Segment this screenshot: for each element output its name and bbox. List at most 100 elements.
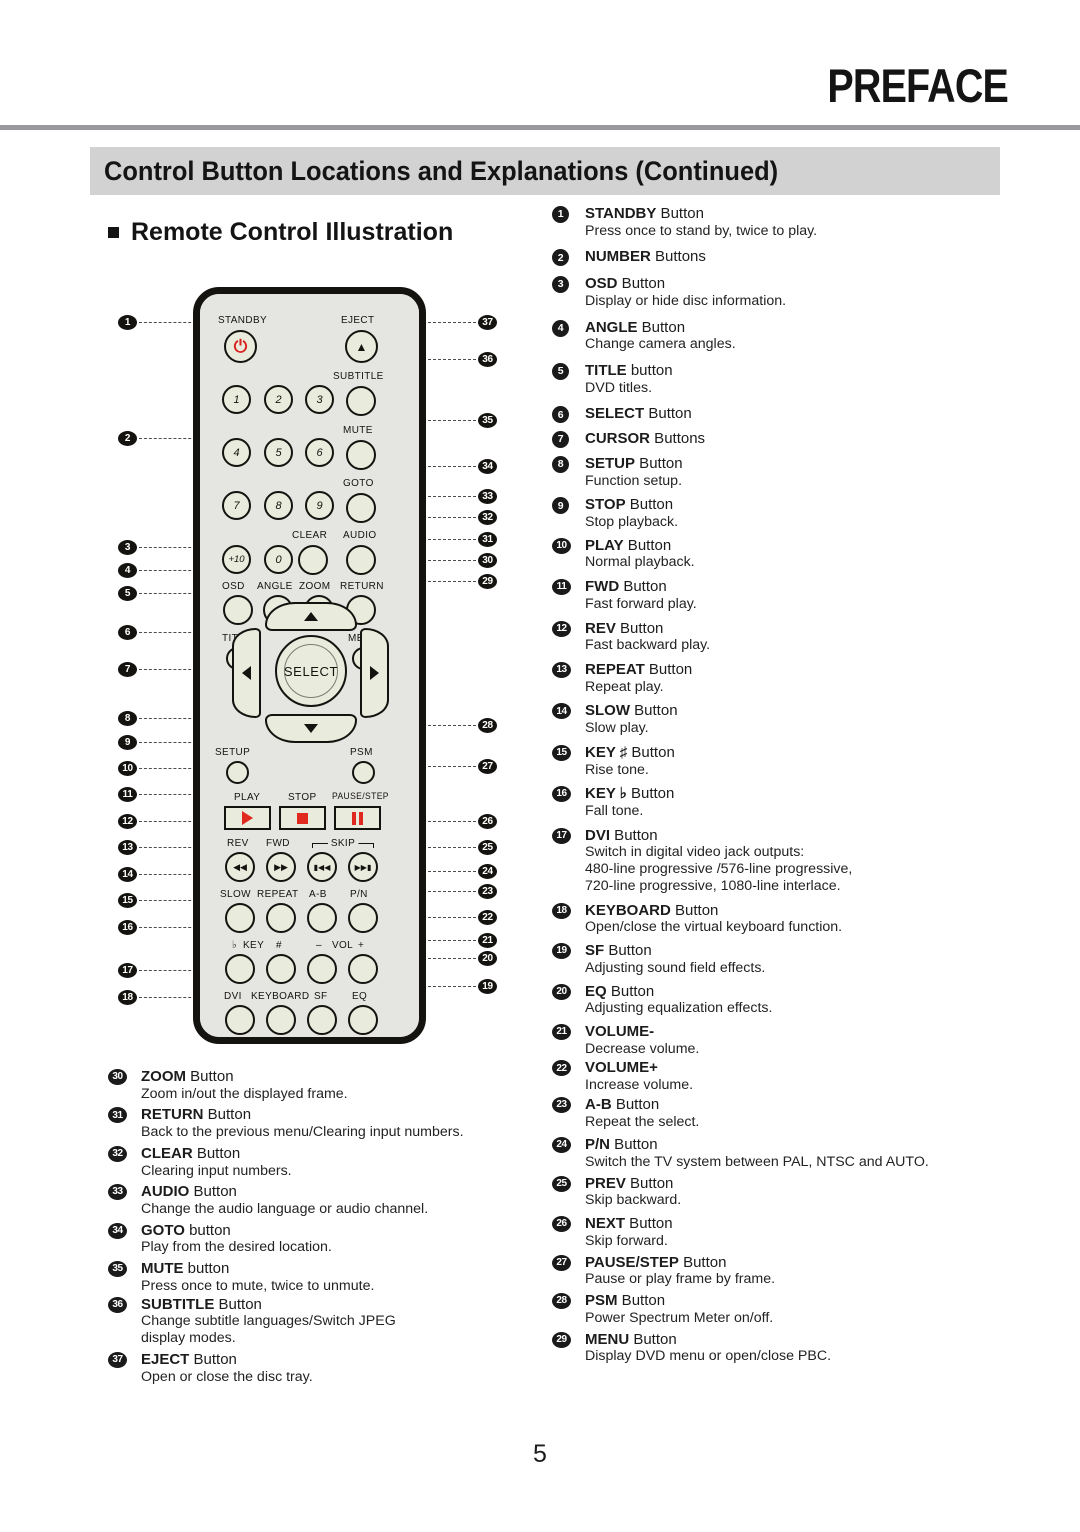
manual-page: PREFACE Control Button Locations and Exp… [0, 0, 1080, 1532]
leader-line [139, 742, 201, 743]
leader-line [418, 940, 476, 941]
item-description: Clearing input numbers. [141, 1162, 292, 1179]
item-number-badge: 24 [552, 1137, 571, 1154]
item-title: FWD Button [585, 578, 667, 596]
item-title: PLAY Button [585, 536, 672, 554]
item-description: Change the audio language or audio chann… [141, 1201, 429, 1217]
item-number-badge: 32 [108, 1145, 127, 1162]
remote-label-rev: REV [227, 837, 249, 849]
remote-volume-up-button[interactable] [348, 954, 378, 984]
item-number-badge: 17 [552, 827, 571, 844]
remote-number-plus10[interactable]: +10 [222, 545, 251, 574]
item-title: SETUP Button [585, 454, 683, 472]
remote-number-5[interactable]: 5 [264, 438, 293, 467]
remote-number-0[interactable]: 0 [264, 545, 293, 574]
remote-stop-button[interactable] [279, 806, 326, 830]
remote-sf-button[interactable] [307, 1005, 337, 1035]
leader-line [139, 547, 201, 548]
remote-number-1[interactable]: 1 [222, 385, 251, 414]
remote-select-label: SELECT [283, 663, 339, 679]
section-title-bar: Control Button Locations and Explanation… [90, 147, 1000, 195]
leader-line [418, 958, 476, 959]
item-description: Zoom in/out the displayed frame. [141, 1085, 348, 1102]
remote-volume-down-button[interactable] [307, 954, 337, 984]
remote-select-button[interactable]: SELECT [275, 635, 347, 707]
item-description: Power Spectrum Meter on/off. [585, 1309, 774, 1326]
remote-psm-button[interactable] [352, 761, 375, 784]
remote-subtitle-button[interactable] [346, 386, 376, 416]
leader-line [139, 669, 201, 670]
remote-ab-button[interactable] [307, 903, 337, 933]
leader-line [418, 420, 476, 421]
remote-number-8[interactable]: 8 [264, 491, 293, 520]
item-title: MUTE button [141, 1260, 230, 1278]
remote-number-3[interactable]: 3 [305, 385, 334, 414]
callout-36: 36 [478, 352, 497, 367]
item-number-badge: 12 [552, 620, 571, 637]
item-number-badge: 1 [552, 206, 569, 223]
page-title: PREFACE [827, 59, 1008, 112]
item-title: ZOOM Button [141, 1068, 234, 1085]
item-number-badge: 7 [552, 431, 569, 449]
item-description: 480-line progressive /576-line progressi… [585, 861, 853, 878]
item-title: PREV Button [585, 1174, 674, 1192]
item-title: SUBTITLE Button [141, 1295, 262, 1313]
remote-number-9[interactable]: 9 [305, 491, 334, 520]
remote-cursor-left-button[interactable] [232, 628, 261, 718]
callout-28: 28 [478, 718, 497, 733]
leader-line [139, 874, 201, 875]
remote-next-button[interactable]: ▶▶▮ [348, 852, 378, 882]
item-number-badge: 23 [552, 1096, 571, 1113]
item-number-badge: 21 [552, 1024, 571, 1040]
remote-prev-button[interactable]: ▮◀◀ [307, 852, 337, 882]
remote-goto-button[interactable] [346, 493, 376, 523]
remote-cursor-up-button[interactable] [265, 602, 357, 631]
remote-dvi-button[interactable] [225, 1005, 255, 1035]
remote-slow-button[interactable] [225, 903, 255, 933]
remote-mute-button[interactable] [346, 440, 376, 470]
remote-label-angle: ANGLE [257, 580, 293, 592]
remote-repeat-button[interactable] [266, 903, 296, 933]
leader-line [139, 970, 201, 971]
remote-standby-button[interactable]: ⏻ [224, 330, 257, 363]
remote-key-flat-button[interactable] [225, 954, 255, 984]
remote-label-subtitle: SUBTITLE [333, 370, 384, 382]
leader-line [418, 496, 476, 497]
remote-keyboard-button[interactable] [266, 1005, 296, 1035]
callout-37: 37 [478, 315, 497, 330]
callout-31: 31 [478, 532, 497, 547]
leader-line [139, 322, 201, 323]
remote-play-button[interactable] [224, 806, 271, 830]
remote-fwd-button[interactable]: ▶▶ [266, 852, 296, 882]
remote-eject-button[interactable]: ▲ [345, 330, 378, 363]
item-title: TITLE button [585, 362, 673, 379]
remote-cursor-down-button[interactable] [265, 714, 357, 743]
remote-cursor-right-button[interactable] [360, 628, 389, 718]
item-title: REV Button [585, 619, 664, 637]
button-explanation-item: 11 FWD Button Fast forward play. [552, 578, 1014, 612]
item-number-badge: 13 [552, 662, 571, 678]
remote-pn-button[interactable] [348, 903, 378, 933]
button-explanation-item: 8 SETUP Button Function setup. [552, 455, 1014, 489]
remote-pause-step-button[interactable] [334, 806, 381, 830]
item-title: PSM Button [585, 1292, 666, 1310]
item-title: GOTO button [141, 1221, 231, 1239]
leader-line [418, 359, 476, 360]
remote-eq-button[interactable] [348, 1005, 378, 1035]
remote-audio-button[interactable] [346, 545, 376, 575]
remote-key-sharp-button[interactable] [266, 954, 296, 984]
item-number-badge: 18 [552, 902, 571, 919]
callout-19: 19 [478, 979, 497, 994]
item-number-badge: 29 [552, 1331, 571, 1348]
remote-number-7[interactable]: 7 [222, 491, 251, 520]
sub-heading: Remote Control Illustration [108, 218, 453, 247]
remote-label-dvi: DVI [224, 990, 242, 1002]
callout-4: 4 [118, 563, 137, 578]
remote-number-4[interactable]: 4 [222, 438, 251, 467]
remote-rev-button[interactable]: ◀◀ [225, 852, 255, 882]
item-description: Adjusting sound field effects. [585, 959, 766, 976]
remote-clear-button[interactable] [298, 545, 328, 575]
remote-setup-button[interactable] [226, 761, 249, 784]
remote-number-2[interactable]: 2 [264, 385, 293, 414]
remote-number-6[interactable]: 6 [305, 438, 334, 467]
